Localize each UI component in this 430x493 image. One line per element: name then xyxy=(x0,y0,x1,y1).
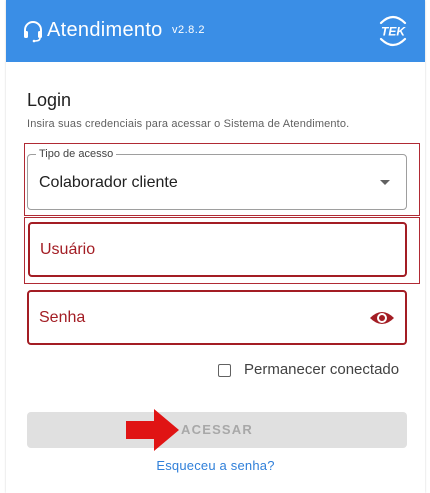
remember-me[interactable]: Permanecer conectado xyxy=(218,360,399,380)
tipo-acesso-legend: Tipo de acesso xyxy=(36,147,117,161)
arrow-right-icon xyxy=(126,409,179,451)
app-title: Atendimento xyxy=(47,19,163,41)
login-subtitle: Insira suas credenciais para acessar o S… xyxy=(27,118,350,130)
acessar-button[interactable]: ACESSAR xyxy=(27,412,407,448)
usuario-label: Usuário xyxy=(40,241,96,258)
remember-label[interactable]: Permanecer conectado xyxy=(244,361,399,379)
senha-field[interactable]: Senha xyxy=(27,290,407,345)
login-title: Login xyxy=(27,90,72,110)
tek-logo-icon: TEK xyxy=(379,15,406,47)
forgot-password-label[interactable]: Esqueceu a senha? xyxy=(156,458,274,473)
headset-icon xyxy=(24,21,42,43)
app-version: v2.8.2 xyxy=(172,24,205,36)
tipo-acesso-select[interactable]: Tipo de acesso Colaborador cliente xyxy=(27,147,407,210)
eye-icon[interactable] xyxy=(369,308,395,328)
chevron-down-icon[interactable] xyxy=(380,180,390,185)
forgot-password-link[interactable]: Esqueceu a senha? xyxy=(6,458,425,474)
remember-checkbox[interactable] xyxy=(218,363,231,377)
login-card: Atendimento v2.8.2 TEK Login Insira suas… xyxy=(6,0,425,493)
svg-text:TEK: TEK xyxy=(381,25,406,39)
usuario-field[interactable]: Usuário xyxy=(28,222,407,277)
login-page: Atendimento v2.8.2 TEK Login Insira suas… xyxy=(0,0,430,493)
tipo-acesso-value: Colaborador cliente xyxy=(39,174,178,191)
senha-label: Senha xyxy=(39,309,86,326)
app-header: Atendimento v2.8.2 TEK xyxy=(6,0,425,62)
